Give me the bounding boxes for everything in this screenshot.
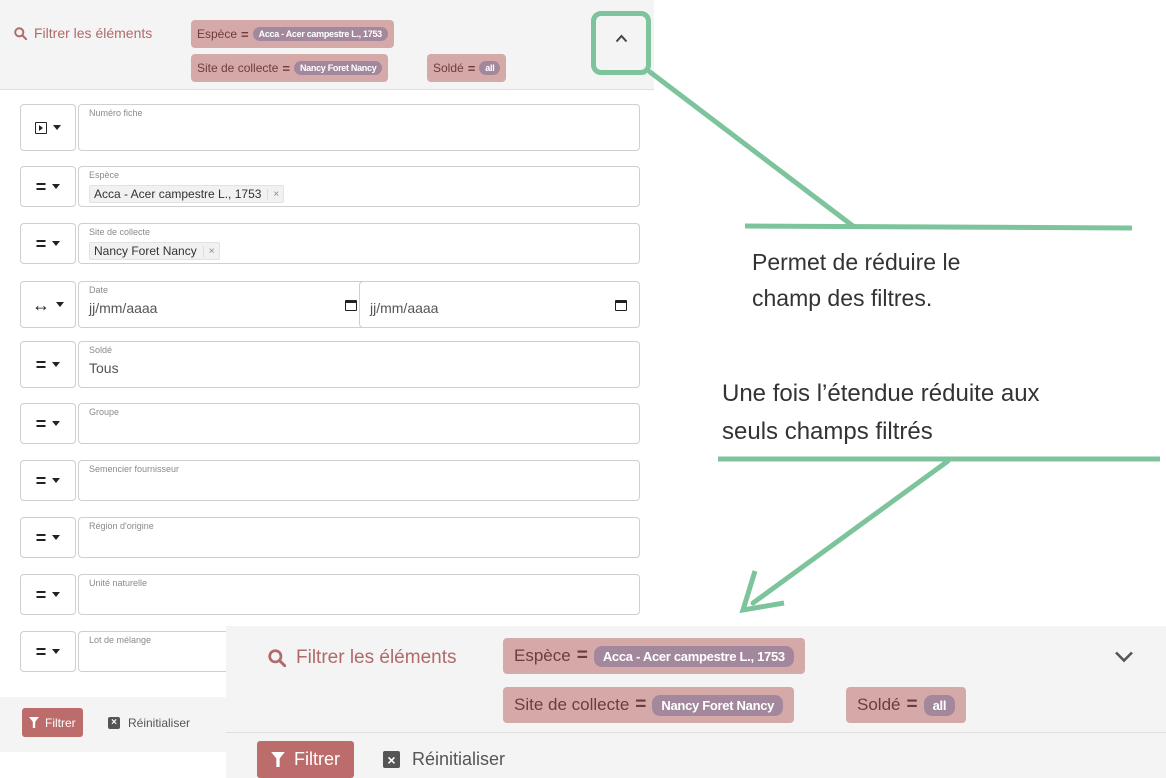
field-label: Date [89, 285, 109, 295]
operator-dropdown[interactable] [20, 104, 76, 151]
caret-down-icon [52, 421, 61, 426]
field-row-groupe: = Groupe [20, 403, 640, 444]
funnel-icon [271, 752, 285, 767]
note-reduce-filters: Permet de réduire le champ des filtres. [752, 249, 961, 311]
caret-down-icon [52, 478, 61, 483]
caret-down-icon [52, 362, 61, 367]
field-label: Soldé [89, 345, 113, 355]
action-bar: Filtrer × Réinitialiser [0, 697, 230, 752]
search-icon [268, 649, 286, 667]
calendar-icon[interactable] [615, 300, 627, 311]
field-label: Région d'origine [89, 521, 154, 531]
espece-select[interactable]: Espèce Acca - Acer campestre L., 1753 × [78, 166, 640, 207]
field-label: Groupe [89, 407, 120, 417]
field-row-numero-fiche: Numéro fiche [20, 104, 640, 151]
filter-button[interactable]: Filtrer [257, 741, 354, 778]
caret-down-icon [52, 241, 61, 246]
field-label: Lot de mélange [89, 635, 152, 645]
selected-tag: Acca - Acer campestre L., 1753 × [89, 185, 285, 203]
field-row-unite-naturelle: = Unité naturelle [20, 574, 640, 615]
field-label: Espèce [89, 170, 120, 180]
field-row-region-origine: = Région d'origine [20, 517, 640, 558]
field-label: Semencier fournisseur [89, 464, 180, 474]
close-box-icon: × [383, 751, 400, 768]
chip-espece[interactable]: Espèce = Acca - Acer campestre L., 1753 [191, 20, 394, 48]
operator-dropdown[interactable]: = [20, 574, 76, 615]
note-collapsed: Une fois l’étendue réduite aux seuls cha… [722, 380, 1040, 445]
field-row-solde: = Soldé Tous [20, 341, 640, 388]
selected-tag: Nancy Foret Nancy × [89, 242, 220, 260]
field-row-semencier-fournisseur: = Semencier fournisseur [20, 460, 640, 501]
caret-down-icon [53, 125, 61, 130]
filter-title[interactable]: Filtrer les éléments [14, 25, 152, 41]
caret-down-icon [52, 592, 61, 597]
caret-down-icon [56, 302, 64, 307]
operator-dropdown[interactable]: = [20, 341, 76, 388]
filter-bar: Filtrer les éléments Espèce = Acca - Ace… [0, 0, 654, 90]
field-row-espece: = Espèce Acca - Acer campestre L., 1753 … [20, 166, 640, 207]
region-origine-select[interactable]: Région d'origine [78, 517, 640, 558]
chevron-down-icon[interactable] [1114, 650, 1134, 663]
play-box-icon [35, 121, 47, 134]
chevron-up-icon [615, 34, 628, 43]
operator-dropdown[interactable]: = [20, 460, 76, 501]
reset-button[interactable]: × Réinitialiser [383, 741, 505, 778]
groupe-select[interactable]: Groupe [78, 403, 640, 444]
operator-dropdown[interactable]: = [20, 631, 76, 672]
date-from-input[interactable]: Date jj/mm/aaaa [78, 281, 370, 328]
callout-line [647, 69, 856, 229]
field-row-site-de-collecte: = Site de collecte Nancy Foret Nancy × [20, 223, 640, 264]
collapsed-filter-bar: Filtrer les éléments Espèce = Acca - Ace… [226, 626, 1166, 778]
chip-espece[interactable]: Espèce = Acca - Acer campestre L., 1753 [503, 638, 805, 674]
chip-site-de-collecte[interactable]: Site de collecte = Nancy Foret Nancy [503, 687, 795, 723]
arrow-shaft [750, 458, 951, 606]
chip-solde[interactable]: Soldé = all [846, 687, 967, 723]
field-label: Numéro fiche [89, 108, 143, 118]
operator-dropdown[interactable]: ↔ [20, 281, 76, 328]
field-label: Site de collecte [89, 227, 151, 237]
caret-down-icon [52, 649, 61, 654]
operator-dropdown[interactable]: = [20, 166, 76, 207]
calendar-icon[interactable] [345, 300, 357, 311]
date-to-input[interactable]: jj/mm/aaaa [359, 281, 640, 328]
divider [226, 732, 1166, 733]
field-label: Unité naturelle [89, 578, 148, 588]
numero-fiche-input[interactable]: Numéro fiche [78, 104, 640, 151]
remove-tag-icon[interactable]: × [267, 188, 279, 200]
solde-select[interactable]: Soldé Tous [78, 341, 640, 388]
reset-button[interactable]: × Réinitialiser [108, 708, 190, 737]
field-row-date: ↔ Date jj/mm/aaaa jj/mm/aaaa [20, 281, 640, 328]
operator-dropdown[interactable]: = [20, 403, 76, 444]
chip-solde[interactable]: Soldé = all [427, 54, 507, 82]
collapse-toggle-button[interactable] [591, 11, 651, 75]
search-icon [14, 26, 27, 40]
unite-naturelle-select[interactable]: Unité naturelle [78, 574, 640, 615]
arrow-head [739, 570, 785, 614]
caret-down-icon [52, 184, 61, 189]
funnel-icon [29, 717, 39, 728]
semencier-fournisseur-select[interactable]: Semencier fournisseur [78, 460, 640, 501]
filter-button[interactable]: Filtrer [22, 708, 83, 737]
chip-site-de-collecte[interactable]: Site de collecte = Nancy Foret Nancy [191, 54, 389, 82]
caret-down-icon [52, 535, 61, 540]
filter-title[interactable]: Filtrer les éléments [268, 647, 457, 669]
operator-dropdown[interactable]: = [20, 223, 76, 264]
operator-dropdown[interactable]: = [20, 517, 76, 558]
underline-1 [744, 223, 1133, 231]
site-de-collecte-select[interactable]: Site de collecte Nancy Foret Nancy × [78, 223, 640, 264]
close-box-icon: × [108, 716, 120, 729]
remove-tag-icon[interactable]: × [202, 245, 215, 257]
